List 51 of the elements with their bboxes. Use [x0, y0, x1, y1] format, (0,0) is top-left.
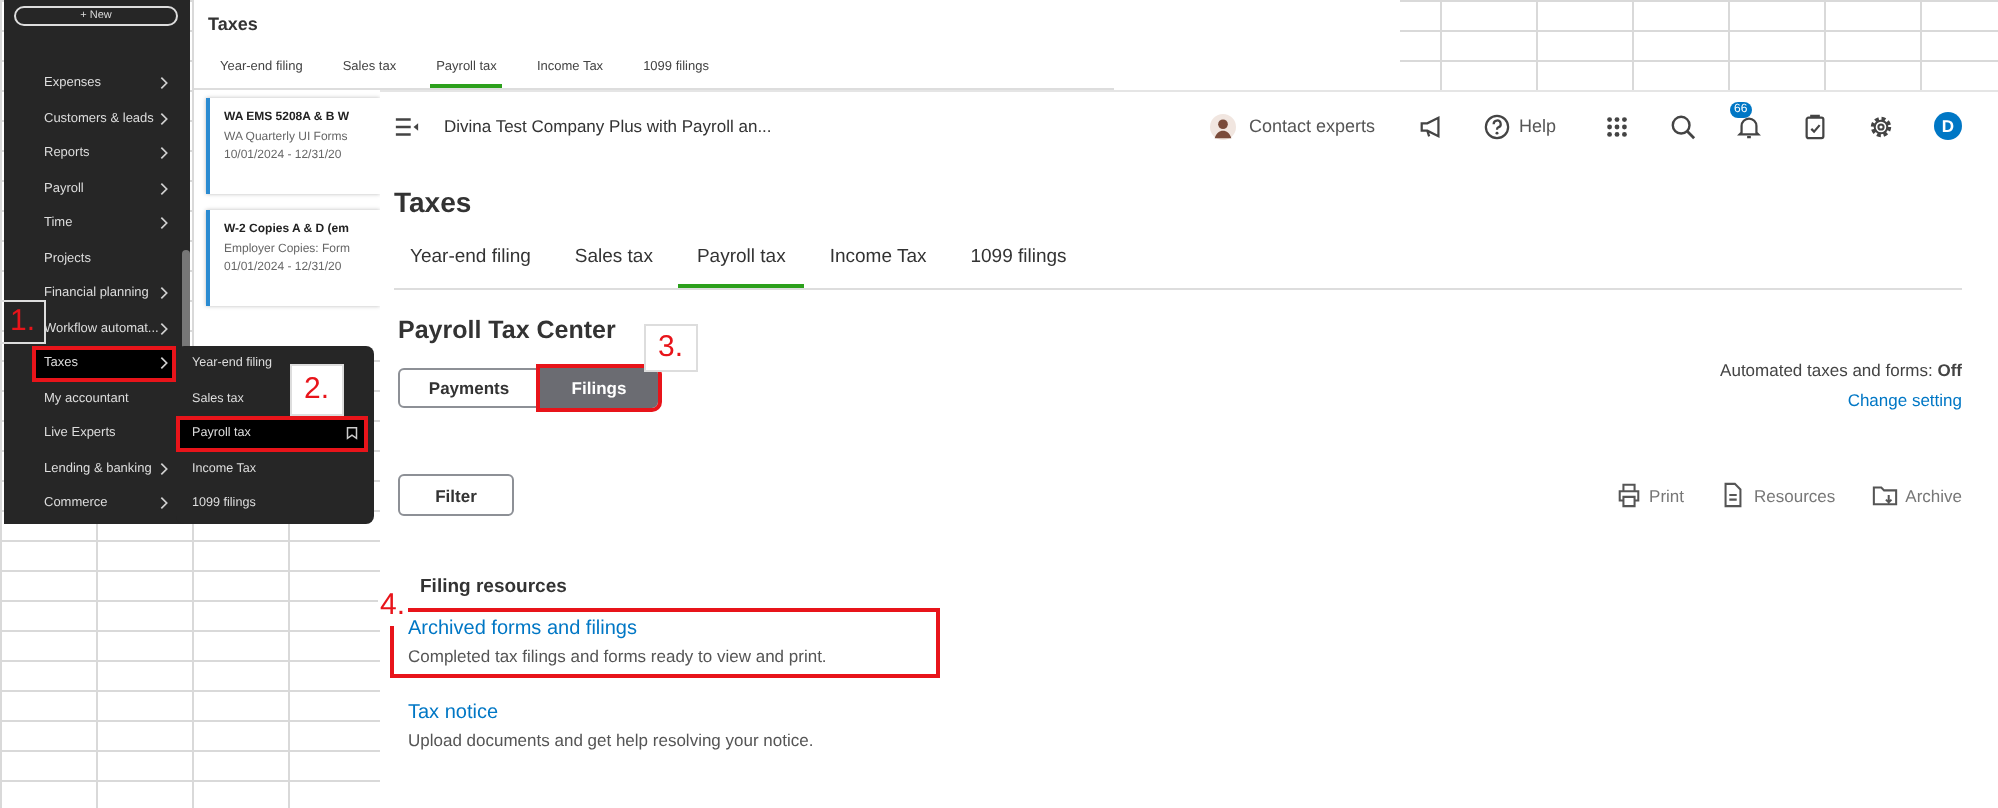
profile-avatar[interactable]: D	[1934, 112, 1962, 140]
help-button[interactable]: Help	[1484, 113, 1556, 139]
section-title: Filing resources	[420, 576, 569, 598]
bookmark-icon	[346, 426, 358, 441]
chevron-icon	[160, 111, 168, 126]
bell-icon[interactable]	[1736, 113, 1762, 139]
page-title: Taxes	[394, 186, 474, 218]
contact-experts-link[interactable]: Contact experts	[1248, 116, 1375, 136]
chevron-icon	[160, 461, 168, 476]
change-setting-link[interactable]: Change setting	[1847, 390, 1962, 410]
chevron-icon	[160, 181, 168, 196]
tab[interactable]: Payroll tax	[678, 246, 804, 288]
tab[interactable]: Sales tax	[556, 246, 671, 288]
resource-description: Completed tax filings and forms ready to view and print.	[408, 646, 829, 666]
chevron-icon	[160, 146, 168, 161]
chevron-icon	[160, 76, 168, 91]
apps-grid-icon[interactable]	[1604, 113, 1630, 139]
step-number: 2.	[290, 364, 344, 416]
tab[interactable]: 1099 filings	[952, 246, 1085, 288]
document-icon	[1720, 482, 1747, 508]
tab[interactable]: Income Tax	[811, 246, 945, 288]
chevron-icon	[160, 356, 168, 371]
resource-description: Upload documents and get help resolving your notice.	[408, 730, 816, 750]
help-icon	[1484, 113, 1511, 139]
segment-button[interactable]: Filings	[540, 368, 658, 408]
automation-status: Automated taxes and forms: Off	[1720, 360, 1962, 380]
section-title: Payroll Tax Center	[398, 316, 618, 344]
search-icon[interactable]	[1670, 113, 1696, 139]
step-number: 1.	[0, 300, 46, 344]
resource-link[interactable]: Archived forms and filings	[408, 618, 936, 640]
action-button[interactable]: Print	[1615, 482, 1685, 508]
chevron-icon	[160, 216, 168, 231]
clipboard-icon[interactable]	[1802, 113, 1828, 139]
filter-button[interactable]: Filter	[398, 474, 514, 516]
chevron-icon	[160, 286, 168, 301]
printer-icon	[1615, 482, 1642, 508]
action-button[interactable]: Archive	[1871, 482, 1962, 508]
person-icon	[1210, 113, 1237, 139]
settings-icon[interactable]	[1868, 113, 1894, 139]
step-number: 3.	[644, 324, 698, 372]
page-title: Taxes	[208, 14, 260, 34]
resource-link[interactable]: Tax notice	[408, 702, 936, 724]
menu-icon[interactable]	[394, 113, 420, 139]
megaphone-icon[interactable]	[1418, 113, 1445, 139]
chevron-icon	[160, 496, 168, 511]
folder-icon	[1871, 482, 1898, 508]
tab[interactable]: Year-end filing	[394, 246, 549, 288]
segment-button[interactable]: Payments	[398, 368, 540, 408]
action-button[interactable]: Resources	[1720, 482, 1836, 508]
chevron-icon	[160, 321, 168, 336]
company-name: Divina Test Company Plus with Payroll an...	[444, 116, 772, 136]
